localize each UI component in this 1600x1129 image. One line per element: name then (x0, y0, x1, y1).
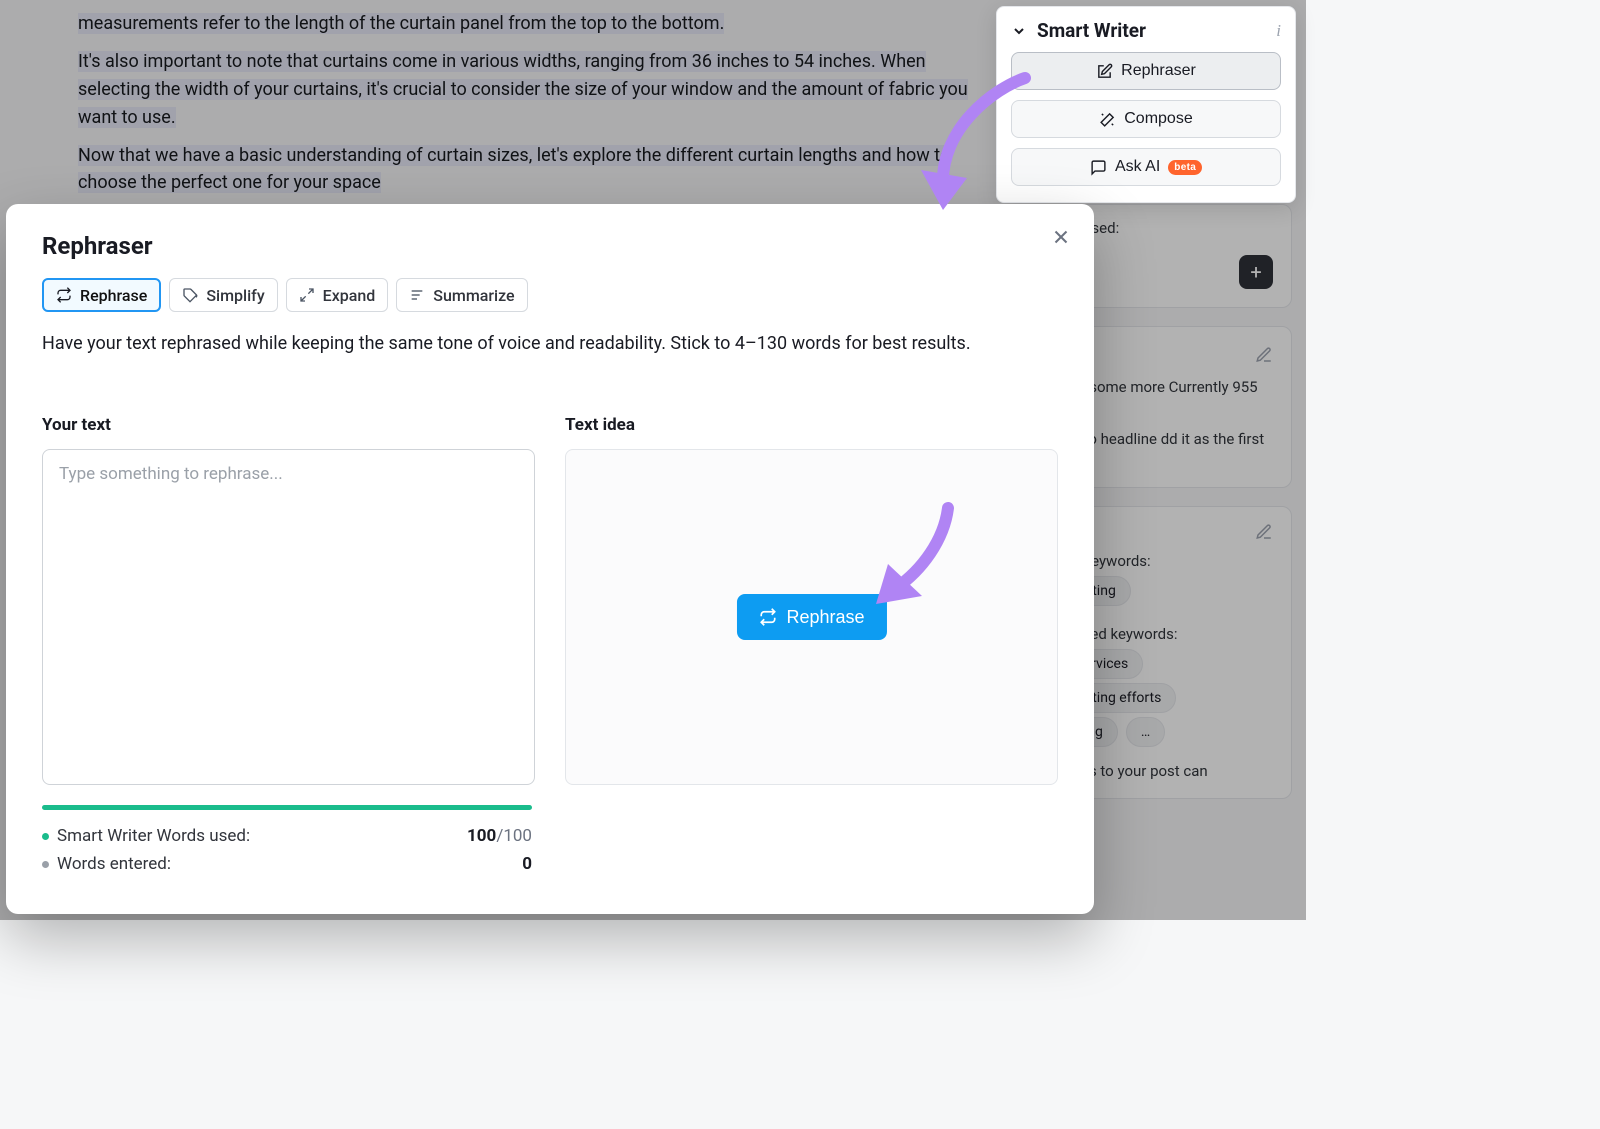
wand-icon (1099, 111, 1116, 128)
your-text-label: Your text (42, 415, 535, 435)
usage-meter: Smart Writer Words used: 100/100 Words e… (42, 805, 535, 878)
article-p1: measurements refer to the length of the … (78, 13, 724, 34)
dot-grey-icon (42, 861, 49, 868)
meter-bar (42, 805, 532, 810)
rephrase-icon (56, 287, 72, 303)
dot-green-icon (42, 833, 49, 840)
pencil-icon[interactable] (1255, 346, 1273, 364)
rephraser-label: Rephraser (1121, 62, 1196, 80)
text-idea-output: Rephrase (565, 449, 1058, 785)
tab-simplify[interactable]: Simplify (169, 278, 277, 312)
expand-icon (299, 287, 315, 303)
ask-ai-label: Ask AI (1115, 158, 1160, 176)
tab-rephrase-label: Rephrase (80, 286, 147, 305)
rephrase-icon (758, 608, 776, 626)
article-body: measurements refer to the length of the … (60, 0, 990, 197)
your-text-input[interactable] (42, 449, 535, 785)
chevron-down-icon[interactable] (1011, 23, 1027, 39)
article-p3: Now that we have a basic understanding o… (78, 145, 950, 194)
info-icon[interactable]: i (1276, 21, 1281, 41)
simplify-icon (182, 287, 198, 303)
mode-tabs: Rephrase Simplify Expand Summarize (42, 278, 1058, 312)
ask-ai-option[interactable]: Ask AI beta (1011, 148, 1281, 186)
article-p2: It's also important to note that curtain… (78, 51, 968, 128)
modal-title: Rephraser (42, 232, 1058, 260)
tab-simplify-label: Simplify (206, 286, 264, 305)
compose-label: Compose (1124, 110, 1192, 128)
tab-rephrase[interactable]: Rephrase (42, 278, 161, 312)
keyword-chip[interactable]: … (1126, 717, 1165, 747)
text-idea-label: Text idea (565, 415, 1058, 435)
add-words-button[interactable]: + (1239, 255, 1273, 289)
chat-icon (1090, 159, 1107, 176)
meter-words-entered-value: 0 (522, 854, 532, 874)
text-idea-column: Text idea Rephrase (565, 415, 1058, 878)
close-button[interactable] (1046, 222, 1076, 252)
modal-description: Have your text rephrased while keeping t… (42, 330, 1058, 357)
rephraser-option[interactable]: Rephraser (1011, 52, 1281, 90)
smart-writer-panel: Smart Writer i Rephraser Compose Ask AI … (996, 6, 1296, 203)
tab-expand[interactable]: Expand (286, 278, 389, 312)
meter-words-used-label: Smart Writer Words used: (57, 826, 250, 846)
rephrase-button-label: Rephrase (786, 607, 864, 628)
rephrase-button[interactable]: Rephrase (736, 594, 886, 640)
edit-icon (1096, 63, 1113, 80)
smart-writer-title: Smart Writer (1037, 19, 1146, 42)
pencil-icon[interactable] (1255, 523, 1273, 541)
beta-badge: beta (1168, 160, 1202, 175)
your-text-column: Your text Smart Writer Words used: 100/1… (42, 415, 535, 878)
tab-summarize[interactable]: Summarize (396, 278, 527, 312)
tab-summarize-label: Summarize (433, 286, 514, 305)
meter-words-entered-label: Words entered: (57, 854, 171, 874)
rephraser-modal: Rephraser Rephrase Simplify Expand Summa… (6, 204, 1094, 914)
meter-words-used-max: /100 (496, 826, 532, 846)
tab-expand-label: Expand (323, 286, 376, 305)
summarize-icon (409, 287, 425, 303)
compose-option[interactable]: Compose (1011, 100, 1281, 138)
meter-words-used-value: 100 (467, 826, 496, 846)
